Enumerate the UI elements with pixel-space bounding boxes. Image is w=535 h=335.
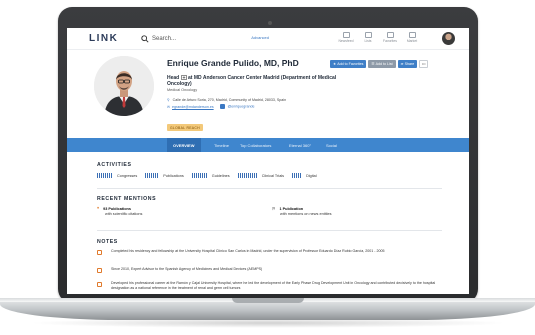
twitter-icon (219, 104, 225, 109)
app-logo[interactable]: LINK (89, 33, 118, 44)
digital-bar (292, 173, 303, 178)
nav-newsfeed[interactable]: Newsfeed (335, 32, 357, 43)
add-to-favorites-button[interactable]: ★ Add to Favorites (330, 60, 367, 68)
note-item: Developed his professional career at the… (97, 281, 442, 291)
activities-title: ACTIVITIES (97, 162, 132, 168)
advanced-search-link[interactable]: Advanced (251, 35, 269, 40)
tab-timeline[interactable]: Timeline (214, 138, 229, 152)
tab-overview[interactable]: OVERVIEW (167, 138, 201, 152)
note-item: Since 2010, Expert Advisor to the Spanis… (97, 267, 442, 273)
profile-contacts: ✉ egrande@mdanderson.es @enriquegrande (167, 104, 254, 109)
note-text: Since 2010, Expert Advisor to the Spanis… (111, 267, 263, 271)
nav-favorites[interactable]: Favorites (379, 32, 401, 43)
add-to-list-label: Add to List (375, 62, 393, 66)
clinical-trials-bar (237, 173, 258, 178)
nav-favorites-label: Favorites (383, 39, 397, 43)
share-label: Share (404, 62, 415, 66)
notes-title: NOTES (97, 239, 118, 245)
tab-top-collaborators[interactable]: Top Collaborators (240, 138, 271, 152)
nav-market-label: Market (406, 39, 418, 43)
profile-name: Enrique Grande Pulido, MD, PhD (167, 58, 299, 68)
profile-portrait (94, 56, 154, 116)
mention-publications-detail: with scientific citations (105, 212, 143, 216)
note-icon (97, 250, 102, 255)
nav-lists[interactable]: Lists (357, 32, 379, 43)
top-navigation-bar: LINK Search... Advanced Newsfeed Lists F… (67, 28, 469, 50)
mention-publications-count: 93 Publications (103, 207, 131, 211)
profile-photo (94, 56, 154, 116)
lists-icon (364, 32, 372, 38)
activities-row: Congresses Publications Guidelines Clini… (97, 173, 325, 178)
note-item: Completed his residency and fellowship a… (97, 249, 442, 255)
publications-bar (145, 173, 160, 178)
favorites-icon (386, 32, 394, 38)
divider (97, 188, 442, 189)
activity-congresses[interactable]: Congresses (117, 174, 137, 178)
more-options-button[interactable]: ••• (419, 60, 429, 68)
add-to-favorites-label: Add to Favorites (337, 62, 364, 66)
position-detail: at MD Anderson Cancer Center Madrid (Dep… (167, 75, 337, 87)
user-avatar[interactable] (442, 32, 455, 45)
guidelines-bar (191, 173, 208, 178)
profile-address: ⚲ Calle de Arturo Soria, 270, Madrid, Co… (167, 98, 286, 102)
location-pin-icon: ⚲ (167, 98, 170, 102)
tab-social[interactable]: Social (326, 138, 337, 152)
profile-actions: ★ Add to Favorites ☰ Add to List ➦ Share… (330, 60, 429, 68)
email-link[interactable]: ✉ egrande@mdanderson.es (167, 105, 214, 109)
share-button[interactable]: ➦ Share (397, 60, 418, 68)
profile-department: Medical Oncology (167, 88, 198, 92)
newsfeed-icon (342, 32, 350, 38)
nav-newsfeed-label: Newsfeed (338, 39, 354, 43)
hospital-icon (180, 75, 187, 80)
nav-icons: Newsfeed Lists Favorites Market (335, 32, 423, 43)
mention-news-count: 1 Publication (279, 207, 304, 211)
search-placeholder[interactable]: Search... (152, 36, 176, 42)
note-icon (97, 268, 102, 273)
laptop-notch (232, 298, 304, 303)
note-icon (97, 282, 102, 287)
laptop-screen: LINK Search... Advanced Newsfeed Lists F… (67, 28, 469, 294)
laptop-mockup: LINK Search... Advanced Newsfeed Lists F… (0, 0, 535, 335)
email-icon: ✉ (167, 104, 172, 109)
search-field[interactable]: Search... Advanced (141, 33, 269, 45)
recent-mentions-title: RECENT MENTIONS (97, 196, 157, 202)
address-text: Calle de Arturo Soria, 270, Madrid, Comm… (172, 98, 287, 102)
profile-tabs: OVERVIEW Timeline Top Collaborators Eter… (67, 138, 469, 152)
tab-eternal-360[interactable]: Eternal 360° (289, 138, 311, 152)
twitter-link[interactable]: @enriquegrande (219, 104, 255, 109)
market-icon (408, 32, 416, 38)
activity-digital[interactable]: Digital (306, 174, 317, 178)
activity-publications[interactable]: Publications (163, 174, 183, 178)
global-reach-badge: GLOBAL REACH (167, 124, 203, 131)
publication-icon: ❝ (97, 207, 100, 211)
mention-news-detail: with mentions on news entities (280, 212, 332, 216)
camera-dot (268, 21, 272, 25)
nav-market[interactable]: Market (401, 32, 423, 43)
search-icon (141, 34, 149, 43)
note-text: Developed his professional career at the… (111, 281, 436, 291)
mention-publications[interactable]: ❝ 93 Publications with scientific citati… (97, 207, 142, 217)
mention-news[interactable]: ⚐ 1 Publication with mentions on news en… (272, 207, 332, 217)
twitter-handle: @enriquegrande (227, 104, 255, 109)
profile-position: Head at MD Anderson Cancer Center Madrid… (167, 75, 347, 87)
congresses-bar (97, 173, 113, 178)
nav-lists-label: Lists (364, 39, 372, 43)
divider (97, 230, 442, 231)
activity-clinical-trials[interactable]: Clinical Trials (262, 174, 284, 178)
more-icon: ••• (421, 62, 426, 66)
news-icon: ⚐ (272, 207, 276, 211)
add-to-list-button[interactable]: ☰ Add to List (368, 60, 396, 68)
note-text: Completed his residency and fellowship a… (111, 249, 385, 253)
activity-guidelines[interactable]: Guidelines (212, 174, 230, 178)
email-text: egrande@mdanderson.es (172, 104, 214, 109)
